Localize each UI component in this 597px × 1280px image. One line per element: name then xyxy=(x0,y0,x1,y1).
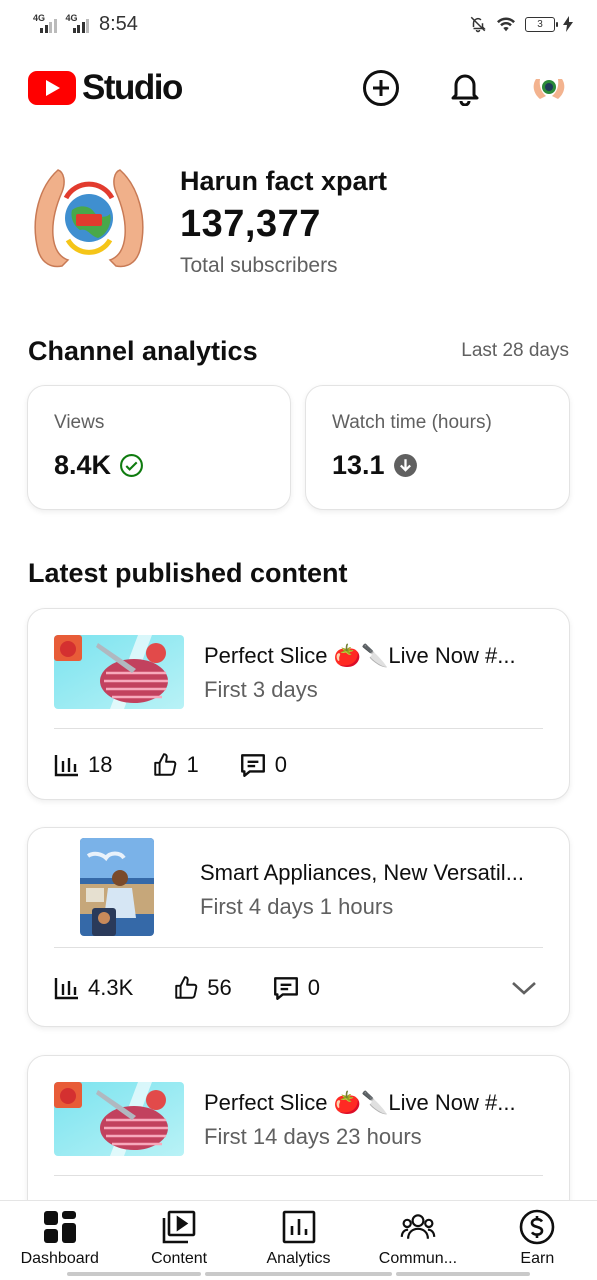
app-bar: Studio xyxy=(0,48,597,128)
analytics-icon xyxy=(281,1209,317,1245)
nav-analytics[interactable]: Analytics xyxy=(239,1201,358,1280)
video-period: First 14 days 23 hours xyxy=(204,1124,422,1149)
watch-time-card[interactable]: Watch time (hours) 13.1 xyxy=(305,385,570,510)
bar-chart-icon xyxy=(54,755,78,777)
comment-icon xyxy=(273,977,298,1000)
channel-logo xyxy=(34,169,144,268)
gesture-bar xyxy=(396,1272,530,1276)
latest-title: Latest published content xyxy=(28,558,348,588)
video-period: First 4 days 1 hours xyxy=(200,894,394,919)
comments-stat: 0 xyxy=(272,975,320,1001)
logo-text: Studio xyxy=(82,68,183,107)
signal-2: 4G xyxy=(65,13,89,33)
video-thumbnail[interactable] xyxy=(54,1082,184,1156)
nav-label: Commun... xyxy=(378,1250,458,1267)
channel-avatar[interactable] xyxy=(28,162,150,284)
earn-icon xyxy=(519,1209,555,1245)
notifications-button[interactable] xyxy=(445,68,485,108)
watch-time-value: 13.1 xyxy=(332,450,385,480)
video-stats: 4.3K 56 0 xyxy=(54,975,360,1001)
channel-logo-small xyxy=(533,79,565,99)
analytics-period: Last 28 days xyxy=(461,340,569,361)
dashboard-icon xyxy=(42,1209,78,1245)
notifications-icon xyxy=(451,74,479,106)
community-icon xyxy=(400,1209,436,1245)
nav-label: Content xyxy=(151,1250,208,1267)
create-button[interactable] xyxy=(361,68,401,108)
thumbs-up-icon xyxy=(175,976,198,999)
nav-label: Dashboard xyxy=(20,1250,99,1267)
views-value: 18 xyxy=(88,752,113,777)
video-thumbnail[interactable] xyxy=(80,838,154,936)
video-title: Smart Appliances, New Versatil... xyxy=(200,860,525,885)
subscriber-count: 137,377 xyxy=(180,203,321,245)
likes-value: 56 xyxy=(207,975,232,1000)
views-value-row: 8.4K xyxy=(54,450,144,481)
clock: 8:54 xyxy=(99,12,138,35)
battery-level: 3 xyxy=(537,18,543,30)
battery-icon: 3 xyxy=(525,16,558,32)
comments-stat: 0 xyxy=(239,752,287,778)
likes-value: 1 xyxy=(186,752,199,777)
network-type-2: 4G xyxy=(65,13,78,23)
divider xyxy=(54,947,543,948)
watch-time-label: Watch time (hours) xyxy=(332,412,492,433)
divider xyxy=(54,1175,543,1176)
account-avatar[interactable] xyxy=(529,68,569,108)
video-period: First 3 days xyxy=(204,677,318,702)
nav-content[interactable]: Content xyxy=(119,1201,238,1280)
video-card[interactable]: Smart Appliances, New Versatil... First … xyxy=(27,827,570,1027)
signal-1: 4G xyxy=(32,13,57,33)
views-card[interactable]: Views 8.4K xyxy=(27,385,291,510)
nav-label: Analytics xyxy=(266,1250,331,1267)
create-icon xyxy=(363,70,399,106)
views-value: 8.4K xyxy=(54,450,112,480)
channel-name: Harun fact xpart xyxy=(180,166,388,196)
views-stat: 18 xyxy=(54,752,112,778)
likes-stat: 1 xyxy=(152,752,199,778)
dashboard-content[interactable]: Harun fact xpart 137,377 Total subscribe… xyxy=(0,128,597,1200)
views-stat: 4.3K xyxy=(54,975,133,1001)
bottom-navigation: Dashboard Content Analytics Commun... Ea… xyxy=(0,1200,597,1280)
youtube-studio-logo[interactable]: Studio xyxy=(28,68,183,108)
video-title: Perfect Slice 🍅🔪Live Now #... xyxy=(204,643,516,668)
video-stats: 18 1 0 xyxy=(54,752,327,778)
content-icon xyxy=(161,1209,197,1245)
nav-earn[interactable]: Earn xyxy=(478,1201,597,1280)
comment-icon xyxy=(240,754,265,777)
network-type-1: 4G xyxy=(33,13,46,23)
nav-community[interactable]: Commun... xyxy=(358,1201,477,1280)
gesture-bar xyxy=(205,1272,392,1276)
video-card[interactable]: Perfect Slice 🍅🔪Live Now #... First 3 da… xyxy=(27,608,570,800)
video-title: Perfect Slice 🍅🔪Live Now #... xyxy=(204,1090,516,1115)
wifi-icon xyxy=(497,17,515,32)
comments-value: 0 xyxy=(307,975,320,1000)
arrow-down-circle-icon xyxy=(393,454,417,477)
charging-icon xyxy=(563,16,573,32)
subscriber-label: Total subscribers xyxy=(180,254,338,277)
gesture-bar xyxy=(67,1272,201,1276)
nav-dashboard[interactable]: Dashboard xyxy=(0,1201,119,1280)
likes-stat: 56 xyxy=(173,975,232,1001)
views-value: 4.3K xyxy=(88,975,134,1000)
bar-chart-icon xyxy=(54,978,78,1000)
check-circle-icon xyxy=(120,454,144,477)
divider xyxy=(54,728,543,729)
video-thumbnail[interactable] xyxy=(54,635,184,709)
channel-summary: Harun fact xpart 137,377 Total subscribe… xyxy=(28,162,568,292)
youtube-play-icon xyxy=(28,71,76,105)
mute-bell-icon xyxy=(470,16,486,33)
video-card[interactable]: Perfect Slice 🍅🔪Live Now #... First 14 d… xyxy=(27,1055,570,1200)
nav-label: Earn xyxy=(520,1250,555,1267)
views-label: Views xyxy=(54,412,105,433)
thumbs-up-icon xyxy=(154,753,177,776)
status-bar: 4G 4G 8:54 3 xyxy=(0,0,597,48)
comments-value: 0 xyxy=(274,752,287,777)
analytics-title: Channel analytics xyxy=(28,336,258,366)
watch-time-value-row: 13.1 xyxy=(332,450,418,481)
chevron-down-icon[interactable] xyxy=(509,978,539,998)
